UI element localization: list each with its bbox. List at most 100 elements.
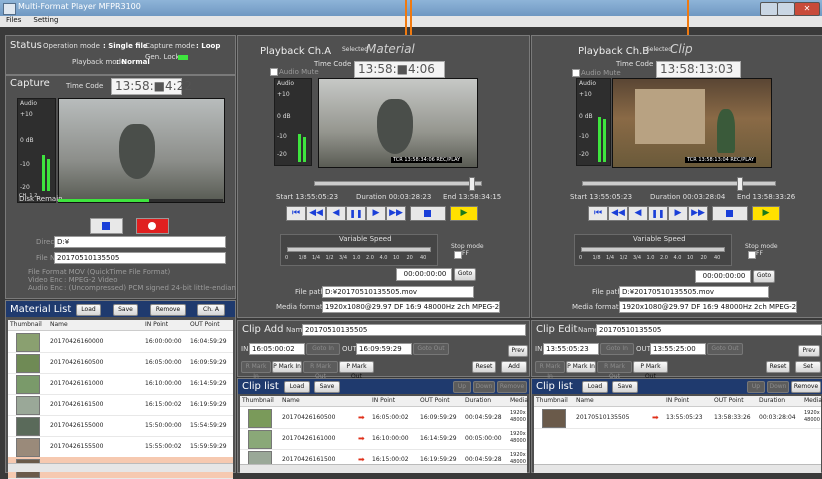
clip-edit-reset-button[interactable]: Reset [766,361,790,373]
clip-list-b-hscroll[interactable] [534,464,821,473]
cha-pause-button[interactable]: ❚❚ [346,206,366,221]
clip-edit-in-field[interactable]: 13:55:05:23 [543,343,599,355]
chb-play-button[interactable]: ▶ [752,206,780,221]
chb-position-knob[interactable] [737,177,744,191]
table-row[interactable]: 20170510135505 ➡ 13:55:05:23 13:58:33:26 00:… [534,407,821,429]
clip-list-a-panel: Clip list Load Save Up Down Remove Thumb… [237,378,530,473]
clip-edit-p-mark-out-button[interactable]: P Mark Out [633,361,668,380]
clip-add-r-mark-in-button[interactable]: R Mark In [241,361,271,380]
material-list-title: Material List [10,304,72,315]
clip-add-add-button[interactable]: Add [501,361,527,373]
clip-list-a-remove-button[interactable]: Remove [497,381,527,393]
clip-list-a-hscroll[interactable] [240,464,527,473]
chb-file-path[interactable]: D:¥20170510135505.mov [619,286,769,298]
cha-goto-timecode[interactable]: 00:00:00:00 [396,268,452,281]
list-item[interactable]: 20170426161000 16:10:00:00 16:14:59:29 [8,373,233,395]
menu-files[interactable]: Files [6,16,21,24]
clip-add-goto-in-button[interactable]: Goto In [306,343,340,355]
directory-field[interactable]: D:¥ [54,236,226,248]
cha-play-button[interactable]: ▶ [450,206,478,221]
cha-step-forward-button[interactable]: ▶ [366,206,386,221]
chb-speed-slider[interactable] [581,247,725,252]
clip-add-prev-button[interactable]: Prev [508,345,528,357]
chb-media-format-label: Media format [572,303,619,311]
clip-add-goto-out-button[interactable]: Goto Out [413,343,449,355]
list-item[interactable]: 20170426161500 16:15:00:02 16:19:59:29 [8,394,233,416]
chb-step-forward-button[interactable]: ▶ [668,206,688,221]
speed-tick-label: 20 [700,255,707,261]
chb-audio-mute-checkbox[interactable] [572,69,580,77]
chb-stop-mode-checkbox[interactable] [748,251,756,259]
cha-rewind-button[interactable]: ◀◀ [306,206,326,221]
chb-media-format: 1920x1080@29.97 DF 16:9 48000Hz 2ch MPEG… [619,301,797,313]
cha-go-start-button[interactable]: ⏮ [286,206,306,221]
clip-edit-goto-in-button[interactable]: Goto In [600,343,634,355]
chb-stop-button[interactable] [712,206,748,221]
clip-edit-prev-button[interactable]: Prev [798,345,820,357]
cha-stop-button[interactable] [410,206,446,221]
cha-position-knob[interactable] [468,177,475,191]
file-name-field[interactable]: 20170510135505 [54,252,226,264]
cha-fast-forward-button[interactable]: ▶▶ [386,206,406,221]
menu-setting[interactable]: Setting [33,16,58,24]
list-item[interactable]: 20170426160000 16:00:00:00 16:04:59:29 [8,331,233,353]
chb-rewind-button[interactable]: ◀◀ [608,206,628,221]
chb-fast-forward-button[interactable]: ▶▶ [688,206,708,221]
cha-duration: Duration 00:03:28:23 [356,193,432,201]
clip-list-a-load-button[interactable]: Load [284,381,310,393]
clip-list-b-up-button[interactable]: Up [747,381,765,393]
chb-pause-button[interactable]: ❚❚ [648,206,668,221]
list-item[interactable]: 20170426160500 16:05:00:00 16:09:59:29 [8,352,233,374]
minimize-button[interactable] [760,2,778,16]
list-item[interactable]: 20170426155500 15:55:00:02 15:59:59:29 [8,436,233,458]
clip-list-a-down-button[interactable]: Down [473,381,495,393]
clip-add-p-mark-in-button[interactable]: P Mark In [272,361,302,373]
clip-edit-goto-out-button[interactable]: Goto Out [707,343,743,355]
material-load-button[interactable]: Load [76,304,101,316]
chb-position-slider[interactable] [582,177,776,191]
close-icon[interactable]: ✕ [794,2,820,16]
clip-list-b-down-button[interactable]: Down [767,381,789,393]
clip-list-a-save-button[interactable]: Save [314,381,340,393]
table-row[interactable]: 20170426160500 ➡ 16:05:00:02 16:09:59:29 00:… [240,407,527,429]
clip-add-r-mark-out-button[interactable]: R Mark Out [303,361,338,380]
clip-add-out-field[interactable]: 16:09:59:29 [356,343,412,355]
clip-edit-r-mark-out-button[interactable]: R Mark Out [597,361,632,380]
chb-end: End 13:58:33:26 [737,193,796,201]
maximize-button[interactable] [777,2,795,16]
list-item[interactable]: 20170426155000 15:50:00:00 15:54:59:29 [8,415,233,437]
chb-goto-button[interactable]: Goto [753,270,775,283]
cha-file-path[interactable]: D:¥20170510135505.mov [322,286,474,298]
chb-time-code-label: Time Code [616,60,654,68]
material-remove-button[interactable]: Remove [150,304,186,316]
clip-list-b-load-button[interactable]: Load [582,381,608,393]
table-row[interactable]: 20170426161000 ➡ 16:10:00:00 16:14:59:29 00:… [240,428,527,450]
chb-goto-timecode[interactable]: 00:00:00:00 [695,270,751,283]
cha-speed-slider[interactable] [287,247,431,252]
cha-stop-mode-checkbox[interactable] [454,251,462,259]
chb-go-start-button[interactable]: ⏮ [588,206,608,221]
clip-add-label: Clip Add [242,324,284,335]
clip-add-reset-button[interactable]: Reset [472,361,496,373]
capture-record-button[interactable] [136,218,169,234]
clip-list-b-save-button[interactable]: Save [612,381,638,393]
clip-edit-r-mark-in-button[interactable]: R Mark In [535,361,565,380]
chb-step-back-button[interactable]: ◀ [628,206,648,221]
clip-list-b-remove-button[interactable]: Remove [791,381,821,393]
speed-tick-label: 1/2 [619,255,628,261]
cha-audio-mute-checkbox[interactable] [270,68,278,76]
material-save-button[interactable]: Save [113,304,138,316]
clip-edit-out-field[interactable]: 13:55:25:00 [650,343,706,355]
clip-add-p-mark-out-button[interactable]: P Mark Out [339,361,374,380]
capture-stop-button[interactable] [90,218,123,234]
clip-edit-p-mark-in-button[interactable]: P Mark In [566,361,596,373]
clip-list-a-up-button[interactable]: Up [453,381,471,393]
cha-position-slider[interactable] [314,177,482,191]
clip-edit-set-button[interactable]: Set [795,361,821,373]
clip-edit-name-field[interactable]: 20170510135505 [596,324,822,336]
clip-add-name-field[interactable]: 20170510135505 [302,324,526,336]
clip-add-in-field[interactable]: 16:05:00:02 [249,343,305,355]
cha-goto-button[interactable]: Goto [454,268,476,281]
material-to-cha-button[interactable]: Ch. A [197,304,225,316]
cha-step-back-button[interactable]: ◀ [326,206,346,221]
